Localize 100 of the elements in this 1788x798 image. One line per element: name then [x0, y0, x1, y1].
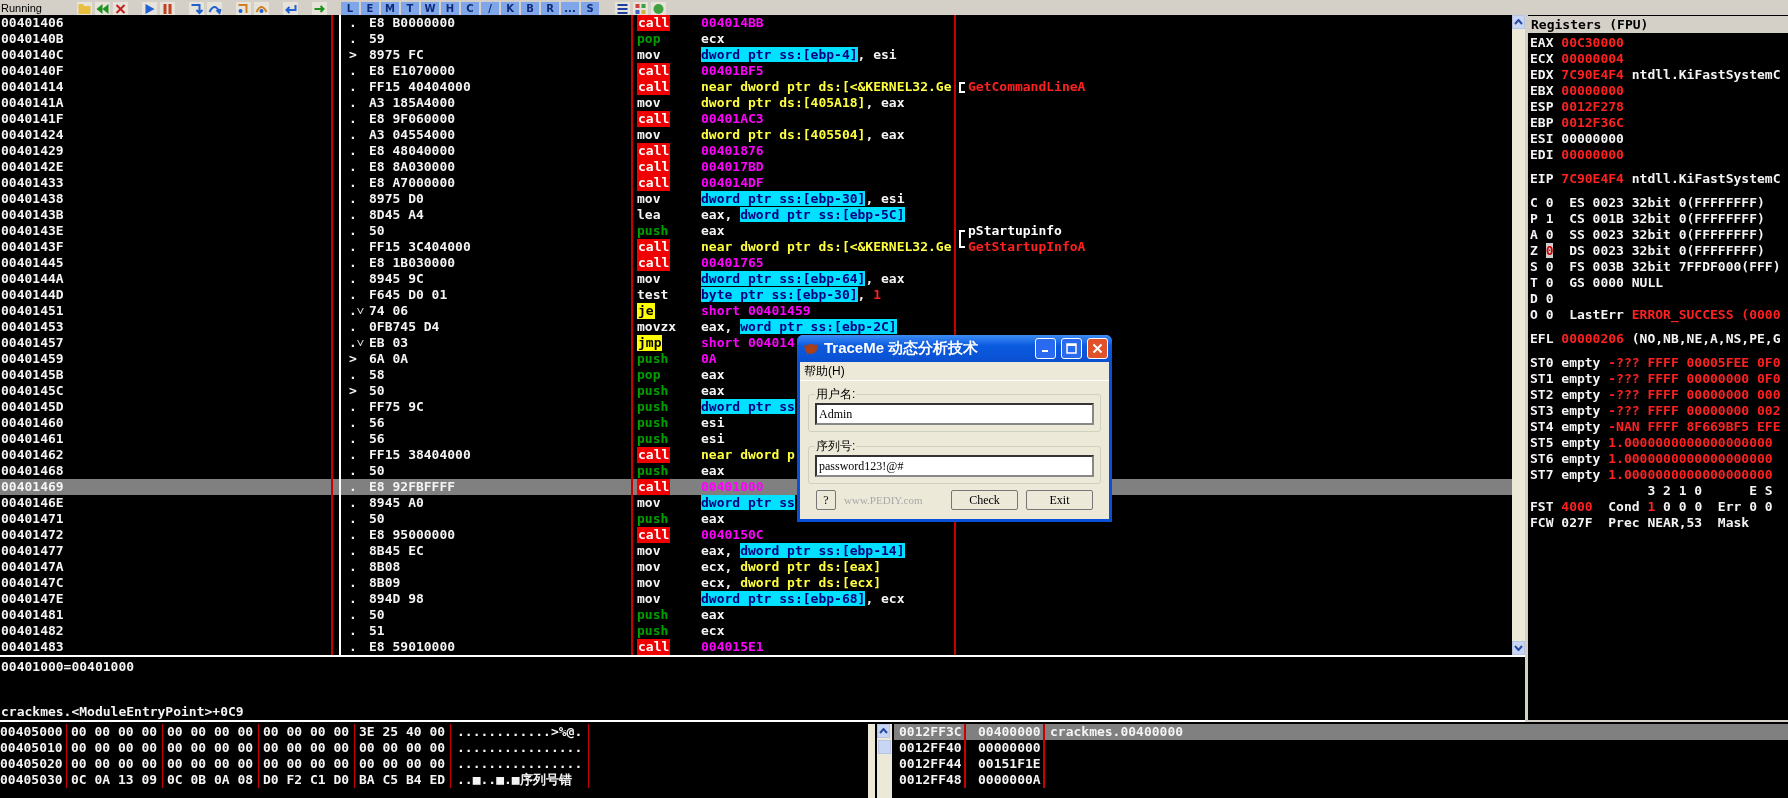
toolbar-button[interactable]: ...	[561, 2, 579, 15]
stack-row[interactable]: 0012FF48 0000000A	[894, 772, 1788, 788]
register-line: ST4 empty -NAN FFFF 8F669BF5 EFE	[1530, 419, 1781, 435]
toolbar-button[interactable]: M	[381, 2, 399, 15]
toolbar-button[interactable]: R	[541, 2, 559, 15]
toolbar-button[interactable]: B	[521, 2, 539, 15]
mnemonic: push	[637, 351, 669, 367]
disasm-row[interactable]: 00401477 . 8B45 EC mov eax, dword ptr ss:[ebp-14]	[0, 543, 1512, 559]
step-over-icon[interactable]	[207, 2, 222, 15]
list-icon[interactable]	[615, 2, 630, 15]
disasm-row[interactable]: 0040141F . E8 9F060000 call 00401AC3	[0, 111, 1512, 127]
maximize-button[interactable]	[1061, 338, 1082, 359]
stack-value: 00400000	[978, 724, 1041, 739]
operand: dword ptr ss	[701, 495, 795, 511]
address-text: 00401414	[1, 79, 64, 94]
jump-marker: .	[349, 95, 357, 111]
address-text: 0012FF44	[899, 756, 962, 771]
text-field[interactable]: Admin	[815, 403, 1094, 425]
scrollbar[interactable]	[877, 724, 892, 798]
toolbar-button[interactable]: L	[341, 2, 359, 15]
scroll-down-button[interactable]	[1512, 641, 1525, 655]
dialog-button[interactable]: Check	[951, 490, 1018, 510]
operand: dword ptr ss:[ebp-68], ecx	[701, 591, 905, 607]
menu-item[interactable]: 帮助(H)	[804, 362, 845, 380]
operand: 004014BB	[701, 15, 764, 31]
scrollbar[interactable]	[1512, 15, 1525, 655]
mnemonic: call	[637, 239, 671, 255]
dialog-button[interactable]: Exit	[1026, 490, 1093, 510]
rewind-icon[interactable]	[95, 2, 110, 15]
goto-icon[interactable]	[312, 2, 327, 15]
address-text: 0040147C	[1, 575, 64, 590]
hex-bytes: 8B45 EC	[369, 543, 424, 559]
disasm-row[interactable]: 00401414 . FF15 40404000 call near dword ptr ds:[<&KERNEL32.Ge GetCommandLineA	[0, 79, 1512, 95]
stack-row[interactable]: 0012FF44 00151F1E	[894, 756, 1788, 772]
toolbar-button[interactable]: H	[441, 2, 459, 15]
text-field[interactable]: password123!@#	[815, 455, 1094, 477]
minimize-button[interactable]	[1035, 338, 1056, 359]
register-line: EFL 00000206 (NO,NB,NE,A,NS,PE,G	[1530, 331, 1781, 347]
stack-row[interactable]: 0012FF3C 00400000 crackmes.00400000	[894, 724, 1788, 740]
help-button[interactable]: ?	[816, 490, 836, 510]
register-line: O 0 LastErr ERROR_SUCCESS (0000	[1530, 307, 1781, 323]
pause-icon[interactable]	[160, 2, 175, 15]
toolbar-button[interactable]: S	[581, 2, 599, 15]
play-icon[interactable]	[142, 2, 157, 15]
hex-bytes: 8975 FC	[369, 47, 424, 63]
register-line: A 0 SS 0023 32bit 0(FFFFFFFF)	[1530, 227, 1765, 243]
register-line: ST0 empty -??? FFFF 00005FEE 0F0	[1530, 355, 1781, 371]
address-text: 00401477	[1, 543, 64, 558]
disasm-row[interactable]: 0040147A . 8B08 mov ecx, dword ptr ds:[eax]	[0, 559, 1512, 575]
address-text: 00405020	[0, 756, 63, 771]
close-icon[interactable]	[113, 2, 128, 15]
register-line: ST3 empty -??? FFFF 00000000 002	[1530, 403, 1781, 419]
scrollbar[interactable]	[868, 724, 875, 798]
disasm-row[interactable]: 00401481 . 50 push eax	[0, 607, 1512, 623]
scroll-up-button[interactable]	[877, 724, 890, 738]
jump-marker: .	[349, 63, 357, 79]
toolbar-button[interactable]: E	[361, 2, 379, 15]
register-line: ST1 empty -??? FFFF 00000000 0F0	[1530, 371, 1781, 387]
operand: short 00401459	[701, 303, 811, 319]
register-line: S 0 FS 003B 32bit 7FFDF000(FFF)	[1530, 259, 1781, 275]
hex-bytes: 8975 D0	[369, 191, 424, 207]
operand: ecx, dword ptr ds:[ecx]	[701, 575, 882, 591]
stack-row[interactable]: 0012FF40 00000000	[894, 740, 1788, 756]
hex-bytes: 00 00 00 00	[71, 740, 158, 755]
operand: dword ptr ss:[ebp-30], esi	[701, 191, 905, 207]
toolbar-button[interactable]: /	[481, 2, 499, 15]
disasm-row[interactable]: 00401406 . E8 B0000000 call 004014BB	[0, 15, 1512, 31]
toolbar-button[interactable]: T	[401, 2, 419, 15]
address-text: 00405010	[0, 740, 63, 755]
disasm-row[interactable]: 0040140C > 8975 FC mov dword ptr ss:[ebp-4], esi	[0, 47, 1512, 63]
disasm-row[interactable]: 0040143B . 8D45 A4 lea eax, dword ptr ss:[ebp-5C]	[0, 207, 1512, 223]
hex-bytes: E8 B0000000	[369, 15, 456, 31]
close-button[interactable]	[1087, 338, 1108, 359]
hex-bytes: A3 185A4000	[369, 95, 456, 111]
disasm-row[interactable]: 0040144D . F645 D0 01 test byte ptr ss:[ebp-30], 1	[0, 287, 1512, 303]
toolbar-button[interactable]: W	[421, 2, 439, 15]
hex-bytes: 50	[369, 511, 385, 527]
disasm-row[interactable]: 0040147E . 894D 98 mov dword ptr ss:[ebp-68], ecx	[0, 591, 1512, 607]
mnemonic: test	[637, 287, 669, 303]
register-line: ST5 empty 1.0000000000000000000	[1530, 435, 1773, 451]
info-text: crackmes.<ModuleEntryPoint>+0C9	[1, 704, 244, 720]
register-line: 3 2 1 0 E S	[1646, 483, 1773, 499]
disasm-row[interactable]: 00401483 . E8 59010000 call 004015E1	[0, 639, 1512, 655]
step-into-icon[interactable]	[189, 2, 204, 15]
register-line: ST2 empty -??? FFFF 00000000 000	[1530, 387, 1781, 403]
toolbar-button[interactable]: C	[461, 2, 479, 15]
operand: near dword ptr ds:[<&KERNEL32.Ge	[701, 239, 952, 255]
jump-marker: >	[349, 351, 357, 367]
return-icon[interactable]	[283, 2, 298, 15]
scroll-thumb[interactable]	[878, 740, 891, 754]
website-text: www.PEDIY.com	[844, 494, 924, 506]
toolbar-button[interactable]: K	[501, 2, 519, 15]
status-text: Running	[0, 2, 43, 15]
hex-bytes: 8945 9C	[369, 271, 424, 287]
comment: GetStartupInfoA	[958, 239, 1086, 255]
scroll-up-button[interactable]	[1512, 15, 1525, 29]
mnemonic: mov	[637, 591, 661, 607]
grid-icon[interactable]	[633, 2, 648, 15]
hex-bytes: 00 00 00 00	[359, 756, 446, 771]
hex-bytes: 00 00 00 00	[71, 724, 158, 739]
